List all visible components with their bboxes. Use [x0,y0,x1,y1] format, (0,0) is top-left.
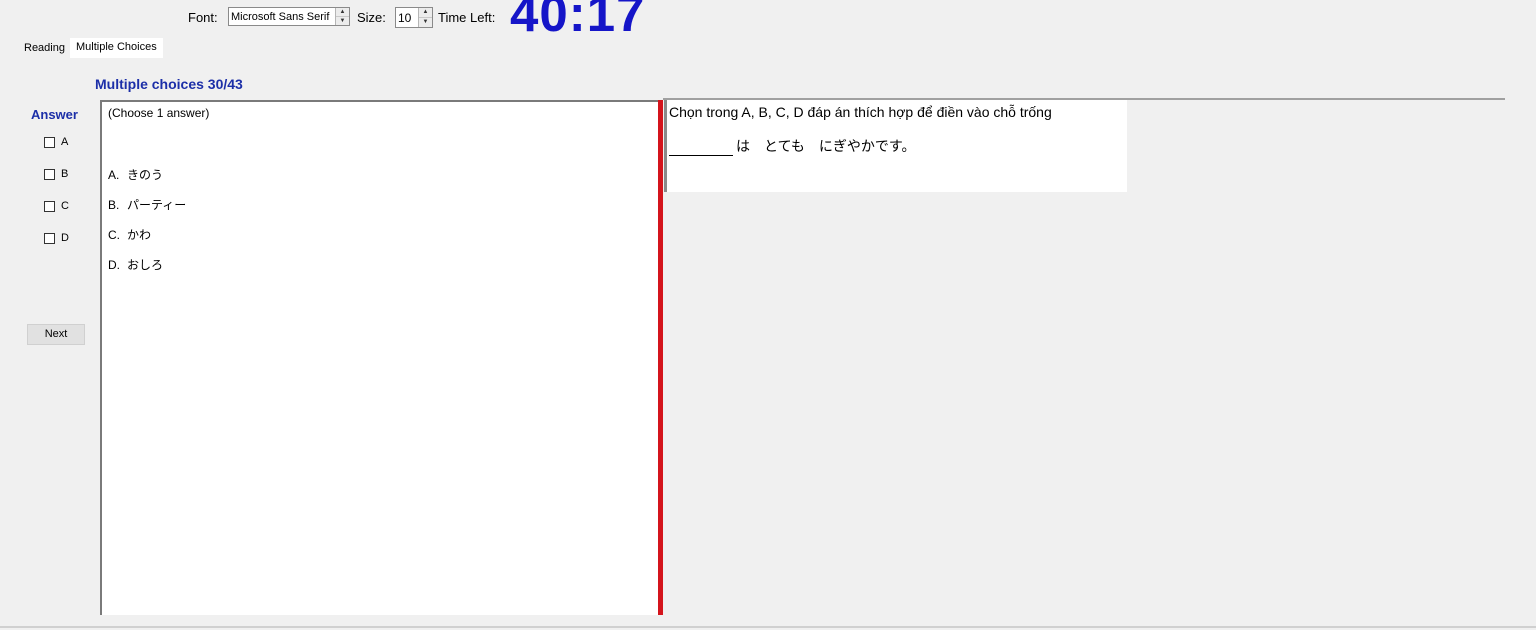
choice-letter: A. [108,168,120,182]
checkbox[interactable] [44,168,55,180]
option-letter: C [61,200,69,212]
tab-multiple-choices[interactable]: Multiple Choices [70,38,163,58]
choices-panel [100,100,658,615]
spin-up-icon[interactable]: ▲ [336,8,349,17]
question-sentence: は とても にぎやかです。 [669,136,915,156]
size-label: Size: [357,10,386,25]
choice-letter: D. [108,258,120,272]
choice-item-c: C. かわ [108,226,151,243]
answer-option-d[interactable]: D [44,232,69,244]
option-letter: D [61,232,69,244]
choice-item-a: A. きのう [108,166,163,183]
choice-text: おしろ [127,258,164,272]
answer-option-c[interactable]: C [44,200,69,212]
spin-down-icon[interactable]: ▼ [336,17,349,25]
size-value[interactable]: 10 [396,11,418,25]
choice-letter: C. [108,228,120,242]
choice-text: かわ [127,228,152,242]
choice-text: きのう [127,168,164,182]
checkbox[interactable] [44,200,55,212]
time-left-label: Time Left: [438,10,496,25]
font-label: Font: [188,10,218,25]
size-spinner[interactable]: ▲ ▼ [418,8,432,27]
sentence-text: は とても にぎやかです。 [736,138,916,154]
checkbox[interactable] [44,136,55,148]
spin-down-icon[interactable]: ▼ [419,18,432,27]
choice-letter: B. [108,198,120,212]
option-letter: A [61,136,69,148]
divider [0,626,1536,628]
choice-item-d: D. おしろ [108,256,163,273]
option-letter: B [61,168,69,180]
question-prompt: Chọn trong A, B, C, D đáp án thích hợp đ… [669,104,1052,120]
choice-text: パーティー [127,198,187,212]
panel-splitter[interactable] [658,100,663,615]
checkbox[interactable] [44,232,55,244]
font-spinner[interactable]: ▲ ▼ [335,8,349,25]
font-selector[interactable]: Microsoft Sans Serif ▲ ▼ [228,7,350,26]
section-title: Multiple choices 30/43 [95,76,243,92]
answer-option-b[interactable]: B [44,168,68,180]
answer-label: Answer [31,107,78,122]
choose-instruction: (Choose 1 answer) [108,106,210,120]
choice-item-b: B. パーティー [108,196,186,213]
blank-line [669,140,733,156]
spin-up-icon[interactable]: ▲ [419,8,432,18]
tab-reading[interactable]: Reading [24,42,65,54]
countdown-timer: 40:17 [510,0,646,42]
size-selector[interactable]: 10 ▲ ▼ [395,7,433,28]
font-value[interactable]: Microsoft Sans Serif [229,11,335,23]
answer-option-a[interactable]: A [44,136,68,148]
next-button[interactable]: Next [27,324,85,345]
